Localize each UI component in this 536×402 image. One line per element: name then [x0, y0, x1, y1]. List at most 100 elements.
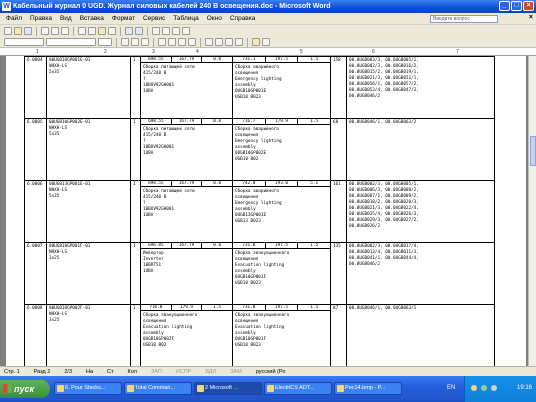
- cell-count[interactable]: 1: [130, 180, 141, 243]
- outdent-icon[interactable]: [225, 38, 233, 46]
- taskbar-button[interactable]: 2 Microsoft ...: [194, 382, 262, 395]
- menu-insert[interactable]: Вставка: [80, 15, 104, 22]
- cell-count[interactable]: 1: [130, 56, 141, 119]
- minimize-button[interactable]: _: [499, 1, 510, 11]
- cell-number[interactable]: 6.0007: [24, 242, 47, 305]
- status-extend[interactable]: ВДЛ: [205, 369, 216, 375]
- status-track[interactable]: ИСПР: [176, 369, 192, 375]
- menu-tools[interactable]: Сервис: [143, 15, 165, 22]
- cell-count[interactable]: 1: [130, 304, 141, 366]
- menu-table[interactable]: Таблица: [173, 15, 199, 22]
- cell-number[interactable]: 6.0005: [24, 118, 47, 181]
- new-doc-icon[interactable]: [4, 27, 12, 35]
- save-icon[interactable]: [24, 27, 32, 35]
- table-row[interactable]: 6.0008 00UGB10GP002F-01 NHXH-LS 3x25 1 716.0 1…: [24, 304, 495, 366]
- cell-count[interactable]: 1: [130, 242, 141, 305]
- cell-from[interactable]: 698.55 167.79 0.0 Сборка питающей сети 415/2…: [140, 56, 233, 119]
- cell-number[interactable]: 6.0006: [24, 180, 47, 243]
- cell-code[interactable]: 00UGB10GP002F-01 NHXH-LS 3x25: [46, 304, 131, 366]
- align-right-icon[interactable]: [178, 38, 186, 46]
- cell-to[interactable]: 731.8 197.5 1.5 Сборка эвакуационного освеще…: [232, 304, 331, 366]
- table-row[interactable]: 6.0007 00UGB10GP001F-01 NHXH-LS 3x25 1 696.85…: [24, 242, 495, 305]
- menu-window[interactable]: Окно: [207, 15, 222, 22]
- columns-icon[interactable]: [162, 27, 170, 35]
- tray-icon[interactable]: [481, 385, 487, 391]
- copy-icon[interactable]: [88, 27, 96, 35]
- language-indicator[interactable]: EN: [447, 385, 455, 391]
- taskbar-button[interactable]: 6. Pour Stacks...: [54, 382, 122, 395]
- format-painter-icon[interactable]: [108, 27, 116, 35]
- indent-icon[interactable]: [235, 38, 243, 46]
- document-area[interactable]: 6.0004 00UGB10GP001E-01 NHXH-LS 5x35 1 698.55…: [0, 56, 528, 366]
- cell-to[interactable]: 716.7 179.9 1.5 Сборка аварийного освещения E…: [232, 118, 331, 181]
- show-formatting-icon[interactable]: [182, 27, 190, 35]
- menu-help[interactable]: Справка: [230, 15, 256, 22]
- bold-icon[interactable]: [121, 38, 129, 46]
- cell-number[interactable]: 6.0004: [24, 56, 47, 119]
- drawing-icon[interactable]: [172, 27, 180, 35]
- spelling-icon[interactable]: [61, 27, 69, 35]
- font-color-icon[interactable]: [262, 38, 270, 46]
- horizontal-ruler[interactable]: 1 2 3 4 5 6 7: [0, 47, 536, 56]
- cell-code[interactable]: 00UGB10GP001E-01 NHXH-LS 5x35: [46, 56, 131, 119]
- scrollbar-thumb[interactable]: [530, 136, 536, 166]
- cell-code[interactable]: 00UGB10GP001F-01 NHXH-LS 3x25: [46, 242, 131, 305]
- cut-icon[interactable]: [78, 27, 86, 35]
- document-close-icon[interactable]: ×: [529, 14, 533, 21]
- numbering-icon[interactable]: [205, 38, 213, 46]
- open-icon[interactable]: [14, 27, 22, 35]
- justify-icon[interactable]: [188, 38, 196, 46]
- taskbar-button[interactable]: ElectriCS ADT...: [264, 382, 332, 395]
- highlight-icon[interactable]: [252, 38, 260, 46]
- undo-icon[interactable]: [125, 27, 133, 35]
- cell-connections[interactable]: 00.0UGB002/3, 00.0UGB017/4, 00.0UGB013/4,…: [346, 242, 495, 305]
- cell-length[interactable]: 135: [330, 242, 347, 305]
- cell-connections[interactable]: 00.0UGB002/3, 00.0UGB005/1, 00.0UGB006/3,…: [346, 180, 495, 243]
- cell-from[interactable]: 698.55 167.79 0.0 Сборка питающей сети 415/2…: [140, 118, 233, 181]
- cell-count[interactable]: 1: [130, 118, 141, 181]
- word-app-icon[interactable]: W: [2, 2, 11, 11]
- menu-edit[interactable]: Правка: [30, 15, 52, 22]
- status-rec[interactable]: ЗАП: [151, 369, 162, 375]
- status-overtype[interactable]: ЗАМ: [230, 369, 242, 375]
- cell-connections[interactable]: 00.0UGB003/3, 00.0UGB005/1, 00.0UGB002/3,…: [346, 56, 495, 119]
- table-row[interactable]: 6.0005 00UGB10GP002E-01 NHXH-LS 5x35 1 698.55…: [24, 118, 495, 181]
- paste-icon[interactable]: [98, 27, 106, 35]
- document-page[interactable]: 6.0004 00UGB10GP001E-01 NHXH-LS 5x35 1 698.55…: [6, 56, 526, 366]
- bullets-icon[interactable]: [215, 38, 223, 46]
- cell-length[interactable]: 161: [330, 180, 347, 243]
- cell-length[interactable]: 87: [330, 304, 347, 366]
- cell-length[interactable]: 158: [330, 56, 347, 119]
- tray-icon[interactable]: [471, 385, 477, 391]
- font-size-select[interactable]: [98, 38, 112, 46]
- taskbar-button[interactable]: Total Comman...: [124, 382, 192, 395]
- cell-from[interactable]: 716.0 179.9 1.5 Сборка эвакуационного освеще…: [140, 304, 233, 366]
- menu-view[interactable]: Вид: [60, 15, 72, 22]
- print-preview-icon[interactable]: [51, 27, 59, 35]
- align-center-icon[interactable]: [168, 38, 176, 46]
- style-select[interactable]: [4, 38, 44, 46]
- menu-file[interactable]: Файл: [6, 15, 22, 22]
- cell-code[interactable]: 00UGB10GP002E-01 NHXH-LS 5x35: [46, 118, 131, 181]
- cell-connections[interactable]: 00.0UGB046/1, 00.0UGB063/1: [346, 304, 495, 366]
- cell-length[interactable]: 68: [330, 118, 347, 181]
- cell-code[interactable]: 00UGB13GP001E-01 NHXH-LS 5x35: [46, 180, 131, 243]
- cell-to[interactable]: 731.1 197.5 1.5 Сборка аварийного освещения E…: [232, 56, 331, 119]
- cell-from[interactable]: 696.85 167.79 0.0 Инвертор Inverter 10BRT51 1U…: [140, 242, 233, 305]
- vertical-scrollbar[interactable]: [528, 56, 536, 366]
- cell-to[interactable]: 731.8 197.5 1.5 Сборка эвакуационного освеще…: [232, 242, 331, 305]
- align-left-icon[interactable]: [158, 38, 166, 46]
- cell-connections[interactable]: 00.0UGB046/1, 00.0UGB063/2: [346, 118, 495, 181]
- close-button[interactable]: ×: [523, 1, 534, 11]
- italic-icon[interactable]: [131, 38, 139, 46]
- title-bar[interactable]: W Кабельный журнал 0 UGD. Журнал силовых…: [0, 0, 536, 13]
- font-select[interactable]: [46, 38, 96, 46]
- help-question-input[interactable]: Введите вопрос: [430, 15, 498, 23]
- cell-from[interactable]: 698.55 167.79 0.0 Сборка питающей сети 415/2…: [140, 180, 233, 243]
- cell-to[interactable]: 742.0 193.0 5.1 Сборка аварийного освещения E…: [232, 180, 331, 243]
- tray-icon[interactable]: [491, 385, 497, 391]
- insert-table-icon[interactable]: [152, 27, 160, 35]
- cell-number[interactable]: 6.0008: [24, 304, 47, 366]
- redo-icon[interactable]: [135, 27, 143, 35]
- table-row[interactable]: 6.0004 00UGB10GP001E-01 NHXH-LS 5x35 1 698.55…: [24, 56, 495, 119]
